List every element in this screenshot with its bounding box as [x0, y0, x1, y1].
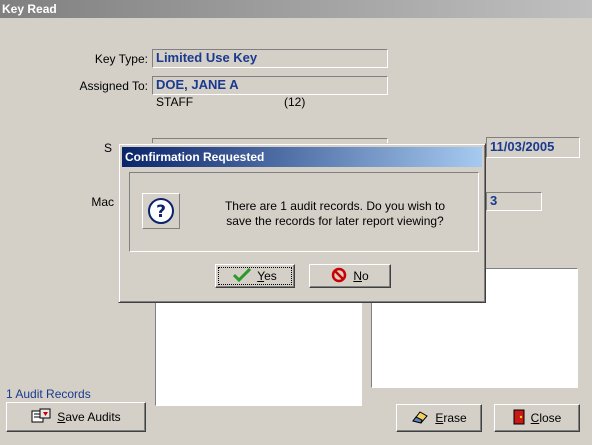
no-label: No [353, 269, 369, 283]
save-audits-icon [31, 408, 51, 427]
dialog-message-box: ? There are 1 audit records. Do you wish… [129, 172, 479, 252]
audit-count-text: 1 Audit Records [6, 387, 91, 401]
s-label: S [103, 141, 112, 155]
dialog-message-line2: save the records for later report viewin… [226, 214, 444, 228]
erase-label: Erase [435, 411, 467, 425]
mac-label: Mac [91, 195, 114, 209]
no-icon [331, 267, 347, 286]
no-button[interactable]: No [309, 264, 391, 288]
date-field: 11/03/2005 [486, 137, 580, 158]
assigned-to-field: DOE, JANE A [152, 76, 388, 95]
role-code-text: (12) [284, 95, 306, 109]
dialog-message-line1: There are 1 audit records. Do you wish t… [224, 199, 446, 213]
svg-text:?: ? [156, 202, 166, 222]
dialog-message: There are 1 audit records. Do you wish t… [200, 199, 470, 229]
eraser-icon [411, 409, 429, 428]
yes-label: Yes [257, 269, 277, 283]
assigned-to-label: Assigned To: [79, 79, 149, 93]
key-type-field: Limited Use Key [152, 49, 388, 68]
confirmation-dialog: Confirmation Requested ? There are 1 aud… [118, 143, 486, 303]
save-audits-button[interactable]: Save Audits [6, 402, 146, 432]
role-text: STAFF [156, 95, 194, 109]
close-button[interactable]: Close [494, 404, 580, 432]
save-audits-label: Save Audits [57, 410, 121, 424]
close-label: Close [530, 411, 562, 425]
left-list-panel[interactable] [155, 298, 362, 406]
question-icon: ? [142, 193, 180, 229]
mac-field: 3 [486, 192, 542, 211]
erase-button[interactable]: Erase [396, 404, 482, 432]
dialog-title: Confirmation Requested [122, 147, 482, 167]
yes-button[interactable]: Yes [215, 264, 295, 288]
checkmark-icon [233, 267, 252, 285]
key-type-label: Key Type: [94, 52, 148, 66]
door-icon [513, 409, 525, 428]
window-title: Key Read [0, 0, 592, 18]
